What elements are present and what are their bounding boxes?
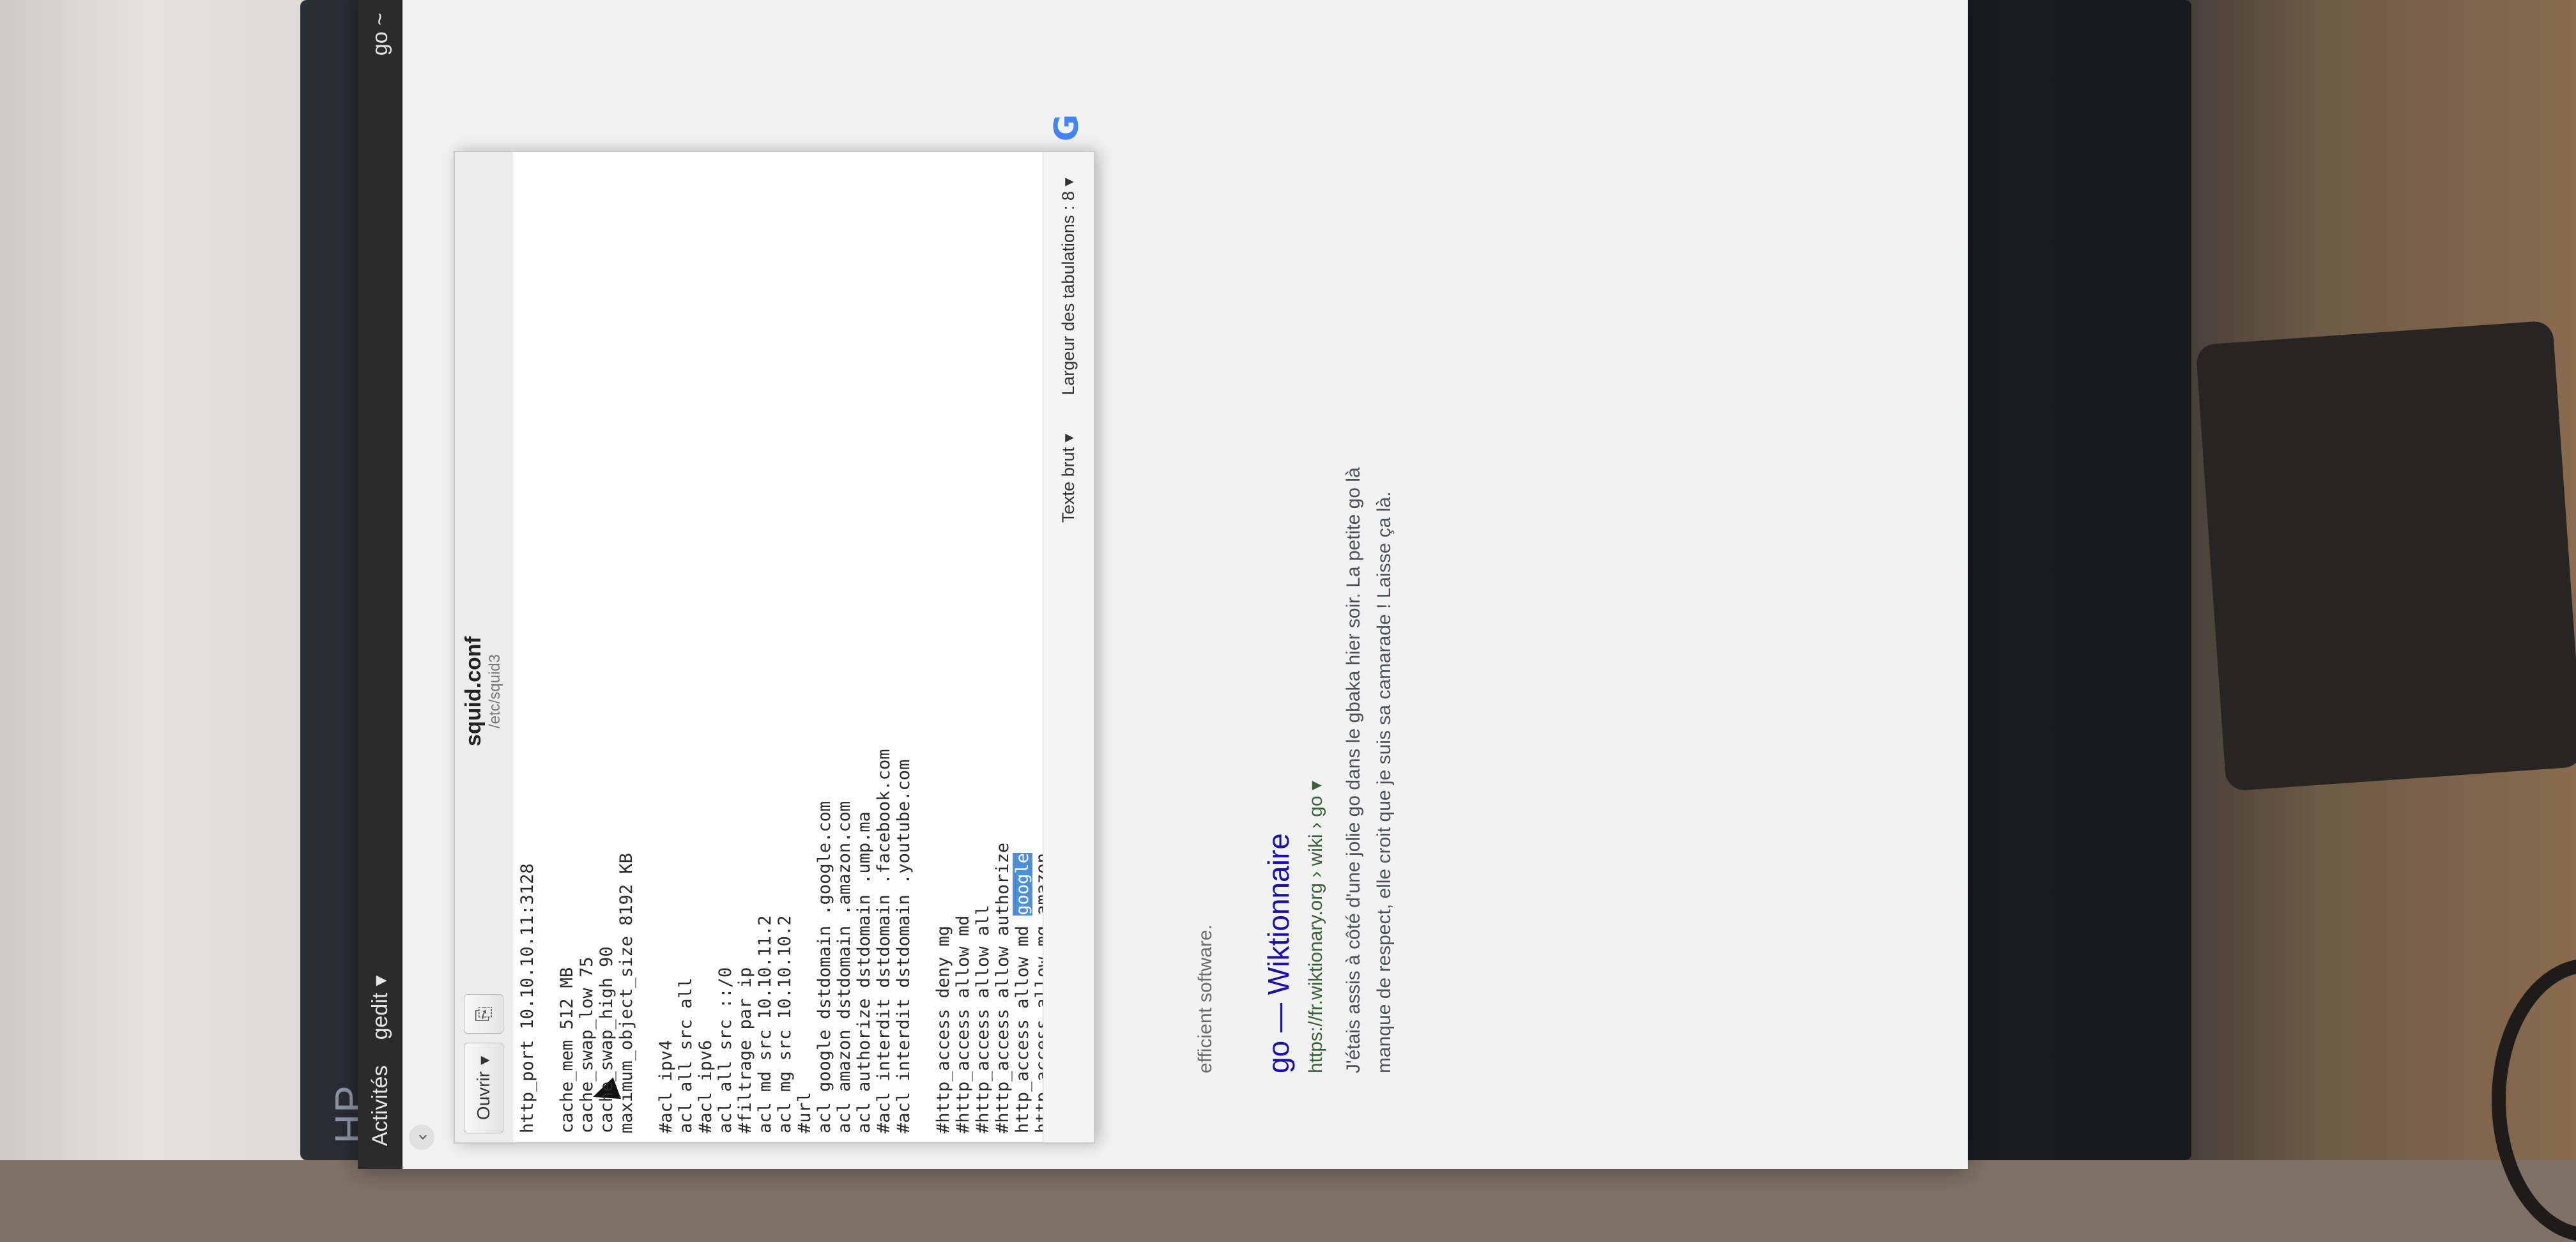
editor-line: acl amazon dstdomain .amazon.com	[834, 801, 854, 1133]
google-logo-icon: G	[1048, 114, 1086, 142]
open-button[interactable]: Ouvrir ▾	[464, 1043, 503, 1133]
app-menu-label: gedit	[367, 992, 392, 1040]
editor-line: acl all src all	[676, 977, 696, 1133]
editor-line: cache_mem 512 MB	[557, 967, 577, 1133]
save-icon[interactable]: ⎘	[464, 994, 503, 1034]
result-title-link[interactable]: go — Wiktionnaire	[1261, 19, 1296, 1073]
result-snippet-line: manque de respect, elle croit que je sui…	[1374, 491, 1395, 1074]
status-bar: Texte brut ▾ Largeur des tabulations : 8…	[1043, 152, 1094, 1142]
editor-line: acl authorize dstdomain .ump.ma	[854, 811, 874, 1133]
editor-line: #acl ipv6	[696, 1039, 716, 1133]
editor-line: http_access allow mg amazon	[1032, 853, 1043, 1133]
language-selector[interactable]: Texte brut ▾	[1059, 434, 1078, 523]
screen: Activités gedit ▾ go ~ ‹ G Ouvrir ▾ ⎘ sq…	[358, 0, 1968, 1169]
chevron-down-icon: ▾	[368, 975, 392, 986]
gedit-header-bar: Ouvrir ▾ ⎘ squid.conf /etc/squid3	[455, 152, 512, 1142]
selected-text: google	[1013, 853, 1032, 916]
editor-line: acl all src ::/0	[716, 967, 735, 1133]
editor-line: #http_access allow md	[953, 915, 973, 1133]
editor-line: #http_access allow authorize	[993, 842, 1013, 1133]
result-url[interactable]: https://fr.wiktionary.org › wiki › go ▾	[1305, 19, 1327, 1073]
activities-button[interactable]: Activités	[368, 1065, 393, 1146]
document-title: squid.conf /etc/squid3	[461, 636, 504, 746]
document-name: squid.conf	[461, 636, 486, 746]
back-arrow-icon[interactable]: ‹	[409, 1124, 434, 1150]
top-bar: Activités gedit ▾ go ~	[358, 0, 402, 1169]
open-button-label: Ouvrir	[473, 1071, 493, 1121]
editor-line: cache_swap_high 90	[597, 946, 617, 1133]
editor-line: #filtrage par ip	[735, 967, 755, 1133]
document-path: /etc/squid3	[486, 654, 503, 729]
editor-line: #acl interdit dstdomain .youtube.com	[894, 759, 914, 1133]
editor-line: #acl ipv4	[656, 1039, 676, 1133]
editor-line: acl mg src 10.10.10.2	[775, 915, 795, 1133]
editor-line: #http_access allow all	[973, 905, 993, 1133]
app-menu[interactable]: gedit ▾	[367, 976, 393, 1040]
chevron-down-icon: ▾	[473, 1055, 494, 1065]
result-snippet: J'étais assis à côté d'une jolie go dans…	[1338, 19, 1400, 1073]
text-editor[interactable]: http_port 10.10.10.11:3128 cache_mem 512 …	[512, 152, 1043, 1142]
tab-width-selector[interactable]: Largeur des tabulations : 8 ▾	[1059, 178, 1078, 395]
search-result: efficient software. go — Wiktionnaire ht…	[1195, 19, 1400, 1073]
editor-line: http_access allow md google	[1013, 853, 1032, 1133]
editor-line: maximum_object_size 8192 KB	[617, 853, 636, 1133]
editor-line: acl google dstdomain .google.com	[815, 801, 834, 1133]
result-snippet-line: J'étais assis à côté d'une jolie go dans…	[1343, 467, 1364, 1073]
editor-line: #acl interdit dstdomain .facebook.com	[874, 749, 894, 1133]
editor-line: #url	[795, 1091, 815, 1133]
gedit-window: Ouvrir ▾ ⎘ squid.conf /etc/squid3 http_p…	[454, 151, 1095, 1144]
background-wall	[0, 0, 332, 1160]
editor-line: cache_swap_low 75	[577, 956, 597, 1133]
editor-line: acl md src 10.10.11.2	[755, 915, 775, 1133]
editor-line: http_port 10.10.10.11:3128	[518, 863, 537, 1133]
editor-line: #http_access deny mg	[933, 925, 953, 1133]
top-bar-right: go ~	[367, 13, 392, 56]
desk-object	[2195, 320, 2576, 792]
previous-result-snippet: efficient software.	[1195, 924, 1216, 1073]
